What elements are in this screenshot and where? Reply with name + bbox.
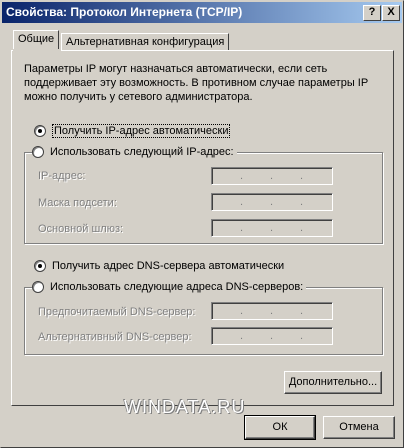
ip-address-label: IP-адрес:	[38, 170, 86, 182]
dns-auto-label: Получить адрес DNS-сервера автоматически	[52, 260, 285, 272]
window-title: Свойства: Протокол Интернета (TCP/IP)	[6, 5, 243, 19]
preferred-dns-field: ...	[211, 302, 333, 320]
dns-manual-label: Использовать следующие адреса DNS-сервер…	[50, 281, 304, 293]
ip-address-field: ...	[211, 167, 333, 185]
ip-manual-radio[interactable]: Использовать следующий IP-адрес:	[32, 146, 237, 158]
watermark: WINDATA.RU	[124, 397, 246, 417]
radio-selected-icon	[34, 125, 46, 137]
dns-manual-radio[interactable]: Использовать следующие адреса DNS-сервер…	[32, 281, 307, 293]
help-button[interactable]: ?	[363, 5, 381, 21]
ok-button[interactable]: ОК	[244, 415, 316, 440]
cancel-button[interactable]: Отмена	[323, 416, 395, 439]
radio-unselected-icon	[32, 281, 44, 293]
tab-alternate-config[interactable]: Альтернативная конфигурация	[61, 33, 230, 51]
close-button[interactable]: X	[382, 5, 400, 21]
ip-manual-label: Использовать следующий IP-адрес:	[50, 146, 234, 158]
radio-unselected-icon	[32, 146, 44, 158]
preferred-dns-label: Предпочитаемый DNS-сервер:	[38, 306, 196, 318]
active-tab-join	[13, 49, 61, 52]
dialog-window: Свойства: Протокол Интернета (TCP/IP) ? …	[0, 0, 404, 448]
advanced-button[interactable]: Дополнительно...	[284, 371, 382, 394]
title-bar[interactable]: Свойства: Протокол Интернета (TCP/IP) ? …	[2, 2, 402, 23]
ip-auto-label: Получить IP-адрес автоматически	[52, 124, 231, 138]
subnet-mask-label: Маска подсети:	[38, 197, 117, 209]
default-gateway-field: ...	[211, 219, 333, 237]
dns-auto-radio[interactable]: Получить адрес DNS-сервера автоматически	[34, 260, 288, 272]
ip-auto-radio[interactable]: Получить IP-адрес автоматически	[34, 124, 234, 138]
description-text: Параметры IP могут назначаться автоматич…	[24, 63, 368, 103]
subnet-mask-field: ...	[211, 193, 333, 211]
alternate-dns-field: ...	[211, 327, 333, 345]
default-gateway-label: Основной шлюз:	[38, 223, 124, 235]
radio-selected-icon	[34, 260, 46, 272]
alternate-dns-label: Альтернативный DNS-сервер:	[38, 331, 192, 343]
